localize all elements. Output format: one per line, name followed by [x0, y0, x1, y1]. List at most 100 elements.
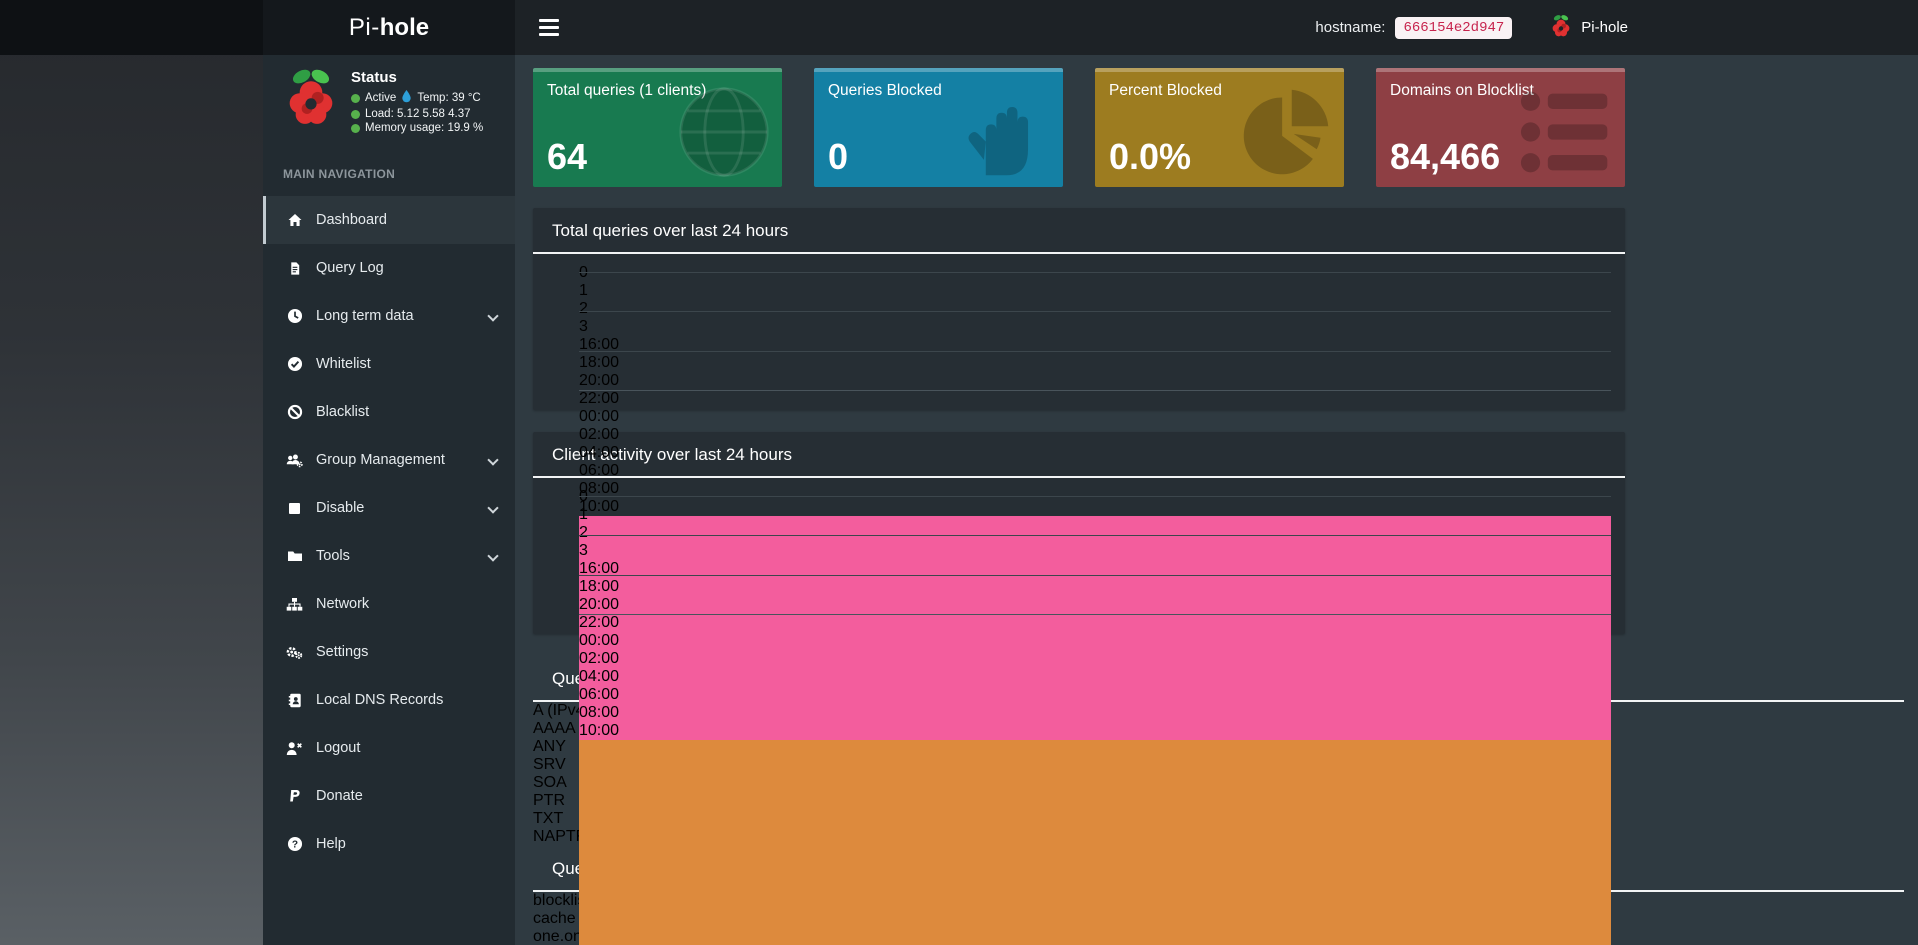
x-axis-label: 04:00	[579, 668, 620, 685]
sidebar: Status Active Temp: 39 °C Load: 5.12 5.58 …	[263, 55, 515, 945]
sidebar-item-dashboard[interactable]: Dashboard	[263, 196, 515, 244]
sidebar-item-label: Logout	[316, 740, 361, 756]
check-circle-icon	[286, 356, 303, 372]
address-book-icon	[286, 692, 303, 708]
clock-icon	[286, 308, 303, 324]
y-axis-label: 2	[579, 300, 588, 317]
client-activity-chart[interactable]: 012316:0018:0020:0022:0000:0002:0004:000…	[579, 488, 1611, 945]
sidebar-item-label: Disable	[316, 500, 365, 516]
sidebar-item-label: Dashboard	[316, 212, 387, 228]
navbar-brand[interactable]: Pi-hole	[1550, 14, 1628, 42]
navbar-right: hostname: 666154e2d947 Pi-hole	[1315, 14, 1918, 42]
sidebar-item-help[interactable]: ? Help	[263, 820, 515, 868]
status-row: Active Temp: 39 °C	[351, 90, 483, 106]
sidebar-item-logout[interactable]: Logout	[263, 724, 515, 772]
legend-label: SRV	[533, 756, 566, 773]
stat-card-label: Total queries (1 clients)	[547, 82, 707, 99]
status-panel: Status Active Temp: 39 °C Load: 5.12 5.58 …	[263, 55, 515, 152]
desktop-background-top	[0, 0, 263, 55]
x-axis-label: 02:00	[579, 426, 620, 443]
gridline	[579, 535, 1611, 537]
sidebar-menu: Dashboard Query Log Long term data Whitelis…	[263, 196, 515, 868]
y-axis-label: 3	[579, 318, 588, 335]
x-axis-label: 18:00	[579, 354, 620, 371]
legend-label: TXT	[533, 810, 564, 827]
sidebar-item-label: Tools	[316, 548, 350, 564]
gridline	[579, 311, 1611, 313]
total-queries-chart[interactable]: 012316:0018:0020:0022:0000:0002:0004:000…	[579, 264, 1611, 945]
sidebar-item-long-term[interactable]: Long term data	[263, 292, 515, 340]
sidebar-item-tools[interactable]: Tools	[263, 532, 515, 580]
sidebar-section-label: MAIN NAVIGATION	[283, 167, 396, 181]
chevron-down-icon	[487, 310, 499, 322]
x-axis-label: 10:00	[579, 722, 620, 739]
sidebar-item-whitelist[interactable]: Whitelist	[263, 340, 515, 388]
status-row: Load: 5.12 5.58 4.37	[351, 108, 483, 120]
stat-card-label: Queries Blocked	[828, 82, 942, 99]
ban-icon	[286, 404, 303, 420]
main-content: Total queries (1 clients) 64 Queries Block…	[515, 55, 1904, 945]
desktop-background	[0, 0, 263, 945]
chevron-down-icon	[487, 502, 499, 514]
total-queries-panel: Total queries over last 24 hours 012316:…	[533, 208, 1625, 945]
sidebar-item-query-log[interactable]: Query Log	[263, 244, 515, 292]
sidebar-item-label: Network	[316, 596, 370, 612]
y-axis-label: 1	[579, 506, 588, 523]
stat-card-label: Domains on Blocklist	[1390, 82, 1534, 99]
sidebar-toggle-icon[interactable]	[533, 9, 577, 47]
sidebar-item-label: Query Log	[316, 260, 384, 276]
chart-bar[interactable]	[579, 740, 1611, 858]
x-axis-label: 08:00	[579, 704, 620, 721]
y-axis-label: 2	[579, 524, 588, 541]
file-icon	[286, 260, 303, 276]
sidebar-item-label: Group Management	[316, 452, 445, 468]
sidebar-item-settings[interactable]: Settings	[263, 628, 515, 676]
y-axis-label: 0	[579, 488, 1611, 506]
chevron-down-icon	[487, 454, 499, 466]
x-axis-label: 04:00	[579, 444, 620, 461]
chevron-down-icon	[487, 550, 499, 562]
total-queries-panel-title: Total queries over last 24 hours	[552, 221, 789, 240]
folder-icon	[286, 548, 303, 564]
stat-card-value: 0	[828, 136, 849, 177]
x-axis-label: 06:00	[579, 462, 620, 479]
stat-card-label: Percent Blocked	[1109, 82, 1222, 99]
sidebar-item-disable[interactable]: Disable	[263, 484, 515, 532]
x-axis-label: 02:00	[579, 650, 620, 667]
sidebar-item-local-dns[interactable]: Local DNS Records	[263, 676, 515, 724]
x-axis-label: 06:00	[579, 686, 620, 703]
gridline	[579, 614, 1611, 615]
legend-label: SOA	[533, 774, 567, 791]
sidebar-item-label: Help	[316, 836, 346, 852]
home-icon	[286, 212, 303, 228]
stop-icon	[286, 500, 303, 516]
logo-text-prefix: Pi-	[348, 13, 380, 41]
sidebar-item-label: Donate	[316, 788, 363, 804]
hostname-value-chip: 666154e2d947	[1395, 16, 1513, 39]
sidebar-item-network[interactable]: Network	[263, 580, 515, 628]
y-axis-label: 0	[579, 264, 1611, 282]
raspberry-icon	[1550, 14, 1572, 42]
gridline	[579, 390, 1611, 391]
x-axis-label: 20:00	[579, 372, 620, 389]
app-logo[interactable]: Pi-hole	[263, 0, 515, 55]
sidebar-item-blacklist[interactable]: Blacklist	[263, 388, 515, 436]
sitemap-icon	[286, 596, 303, 612]
legend-label: ANY	[533, 738, 566, 755]
gridline	[579, 350, 1611, 352]
sidebar-item-donate[interactable]: Donate	[263, 772, 515, 820]
paypal-icon	[286, 788, 303, 804]
stat-card-1: Queries Blocked 0	[814, 68, 1063, 187]
legend-label: PTR	[533, 792, 565, 809]
pihole-logo-icon	[283, 67, 339, 142]
gridline	[579, 496, 1611, 497]
stat-card-0: Total queries (1 clients) 64	[533, 68, 782, 187]
x-axis-label: 22:00	[579, 614, 620, 631]
sidebar-item-group-mgmt[interactable]: Group Management	[263, 436, 515, 484]
logo-text-bold: hole	[379, 13, 430, 41]
temp-icon	[401, 90, 412, 106]
chart-bar[interactable]	[579, 858, 1611, 945]
sidebar-item-label: Long term data	[316, 308, 414, 324]
status-ok-icon	[351, 109, 360, 119]
x-axis-label: 22:00	[579, 390, 620, 407]
